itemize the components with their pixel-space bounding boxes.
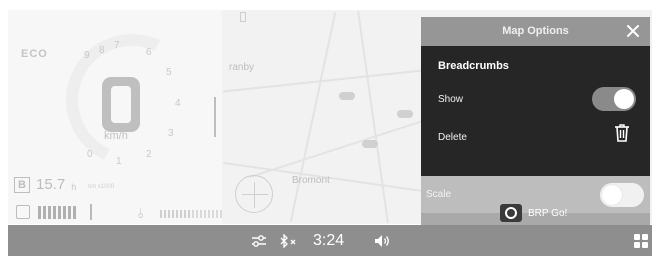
map-place-label: Bromont — [292, 175, 330, 186]
temp-level-segment — [172, 210, 174, 218]
fuel-level-segment — [58, 205, 61, 219]
panel-header: Map Options — [421, 17, 650, 46]
bluetooth-off-icon — [280, 233, 296, 248]
map-options-panel: Map Options Breadcrumbs Show Delete Scal… — [421, 17, 650, 225]
fuel-level-segment — [48, 205, 51, 219]
route-shield-icon — [397, 110, 413, 118]
map-pin-icon — [240, 12, 246, 22]
grid-icon — [634, 233, 648, 248]
sliders-icon — [252, 234, 266, 247]
volume-button[interactable] — [374, 225, 390, 256]
fuel-level-segment — [43, 205, 46, 219]
temp-level-segment — [160, 210, 162, 218]
fuel-level-segment — [38, 205, 41, 219]
trash-icon — [615, 124, 629, 142]
speed-unit: km/h — [104, 130, 128, 142]
bluetooth-button[interactable] — [279, 225, 299, 256]
temp-level-segment — [208, 210, 210, 218]
settings-button[interactable] — [251, 225, 267, 256]
compass-icon[interactable] — [235, 175, 273, 213]
scale-toggle[interactable] — [600, 183, 644, 207]
tach-tick: 0 — [87, 149, 93, 160]
map-road — [289, 12, 337, 222]
tach-tick: 6 — [146, 47, 152, 58]
trip-b-badge: B — [14, 176, 30, 193]
temp-level-segment — [212, 210, 214, 218]
show-breadcrumbs-toggle[interactable] — [592, 87, 636, 111]
odometer-unit: h — [71, 181, 77, 192]
temp-level-segment — [176, 210, 178, 218]
tach-tick: 2 — [146, 149, 152, 160]
panel-title: Map Options — [502, 25, 569, 37]
temp-level-segment — [192, 210, 194, 218]
temp-level-segment — [216, 210, 218, 218]
speed-readout — [102, 77, 140, 132]
fuel-pump-icon — [16, 205, 30, 219]
clock: 3:24 — [313, 231, 345, 249]
fuel-level-segment — [73, 205, 76, 219]
status-bar: 3:24 — [8, 225, 652, 256]
temp-level-segment — [164, 210, 166, 218]
brp-go-logo-icon — [500, 204, 522, 222]
tach-tick: 7 — [114, 40, 120, 51]
cluster-divider — [214, 97, 216, 137]
apps-button[interactable] — [634, 225, 648, 256]
route-shield-icon — [339, 92, 355, 100]
temp-level-segment — [200, 210, 202, 218]
temp-level-segment — [180, 210, 182, 218]
temp-level-segment — [168, 210, 170, 218]
tach-tick: 5 — [166, 67, 172, 78]
volume-icon — [375, 234, 389, 247]
scale-label: Scale — [426, 189, 452, 200]
ride-mode: ECO — [21, 48, 48, 60]
tach-tick: 9 — [84, 50, 90, 61]
fuel-level-segment — [68, 205, 71, 219]
fuel-level-segment — [63, 205, 66, 219]
temp-level-segment — [204, 210, 206, 218]
breadcrumbs-section: Breadcrumbs Show Delete — [421, 46, 650, 176]
toggle-knob — [602, 185, 622, 205]
close-icon — [627, 25, 639, 37]
tach-tick: 4 — [175, 98, 181, 109]
tach-tick: 8 — [99, 45, 105, 56]
temp-level-segment — [188, 210, 190, 218]
coolant-temp-icon: ⫰ — [138, 206, 144, 221]
breadcrumbs-title: Breadcrumbs — [438, 60, 509, 72]
fuel-level-bars — [38, 205, 76, 219]
tach-tick: 1 — [116, 156, 122, 167]
temp-level-segment — [196, 210, 198, 218]
brp-go-button[interactable]: BRP Go! — [500, 204, 567, 222]
map-road — [357, 10, 389, 224]
map-place-label: ranby — [229, 62, 255, 73]
temp-level-segment — [184, 210, 186, 218]
odometer-value: 15.7 — [36, 176, 66, 193]
show-label: Show — [438, 94, 464, 105]
temp-level-bars — [160, 210, 222, 218]
brp-go-label: BRP Go! — [528, 207, 568, 219]
delete-label[interactable]: Delete — [438, 132, 467, 143]
odometer: B 15.7 h km x1000 — [14, 176, 114, 193]
fuel-gauge — [16, 204, 92, 220]
toggle-knob — [614, 89, 634, 109]
tach-tick: 3 — [168, 128, 174, 139]
fuel-level-segment — [53, 205, 56, 219]
delete-breadcrumbs-button[interactable] — [614, 124, 630, 142]
route-shield-icon — [362, 140, 378, 148]
close-button[interactable] — [624, 22, 642, 40]
odometer-small-label: km x1000 — [88, 184, 115, 190]
fuel-divider — [90, 204, 92, 220]
gauge-cluster: ECO 9 8 7 6 5 4 3 2 1 0 km/h B 15.7 h km… — [8, 10, 222, 224]
